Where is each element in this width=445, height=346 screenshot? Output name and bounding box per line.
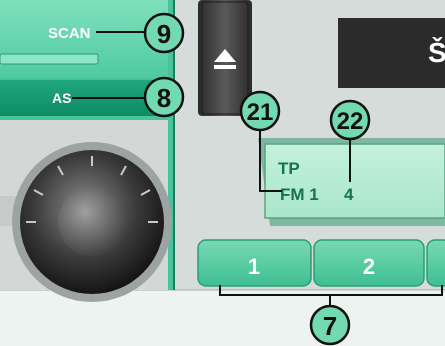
tp-indicator: TP — [278, 159, 300, 178]
scan-slot — [0, 53, 99, 65]
scan-label: SCAN — [48, 25, 91, 42]
callout-21: 21 — [239, 90, 281, 132]
callout-22-number: 22 — [337, 108, 364, 135]
callout-7-number: 7 — [323, 311, 337, 341]
band-indicator: FM 1 — [280, 185, 319, 204]
preset-button-3[interactable] — [426, 239, 445, 287]
knob-cap — [58, 188, 126, 256]
lcd-display — [264, 143, 445, 219]
radio-illustration: SCAN AS Š TP FM 1 4 1 2 9 8 21 22 7 — [0, 0, 445, 346]
as-label: AS — [52, 90, 71, 106]
callout-21-number: 21 — [247, 99, 274, 126]
preset-button-2-label: 2 — [363, 254, 375, 279]
callout-7: 7 — [309, 304, 351, 346]
callout-9-number: 9 — [157, 19, 171, 49]
preset-number-indicator: 4 — [344, 185, 354, 204]
callout-8: 8 — [143, 76, 185, 118]
callout-8-number: 8 — [157, 83, 171, 113]
callout-22: 22 — [329, 99, 371, 141]
preset-button-1-label: 1 — [248, 254, 260, 279]
callout-9: 9 — [143, 12, 185, 54]
brand-glyph: Š — [428, 36, 445, 68]
radio-diagram: SCAN AS Š TP FM 1 4 1 2 9 8 21 22 7 — [0, 0, 445, 346]
